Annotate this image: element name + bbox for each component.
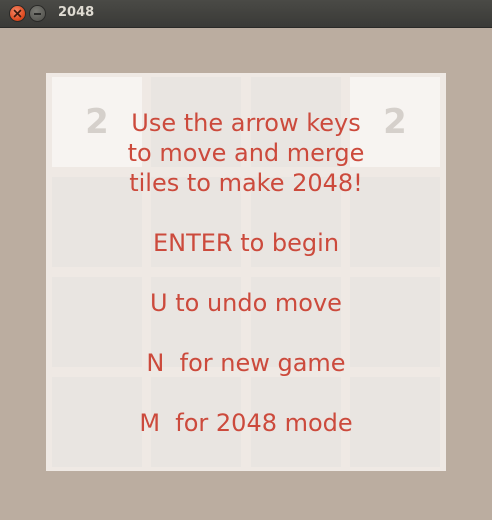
minimize-icon bbox=[34, 13, 41, 15]
instruction-line-3: tiles to make 2048! bbox=[129, 169, 363, 197]
undo-move-text: U to undo move bbox=[150, 289, 342, 317]
instruction-line-2: to move and merge bbox=[127, 139, 365, 167]
title-bar: 2048 bbox=[0, 0, 492, 28]
enter-to-begin-text: ENTER to begin bbox=[152, 229, 340, 257]
close-icon bbox=[13, 9, 22, 18]
game-window: 2048 2 2 Use the arrow keys to move and … bbox=[0, 0, 492, 520]
new-game-text: N for new game bbox=[146, 349, 346, 377]
close-window-button[interactable] bbox=[10, 6, 25, 21]
minimize-window-button[interactable] bbox=[30, 6, 45, 21]
window-title: 2048 bbox=[58, 5, 95, 20]
instruction-line-1: Use the arrow keys bbox=[131, 109, 361, 137]
mode-2048-text: M for 2048 mode bbox=[139, 409, 353, 437]
